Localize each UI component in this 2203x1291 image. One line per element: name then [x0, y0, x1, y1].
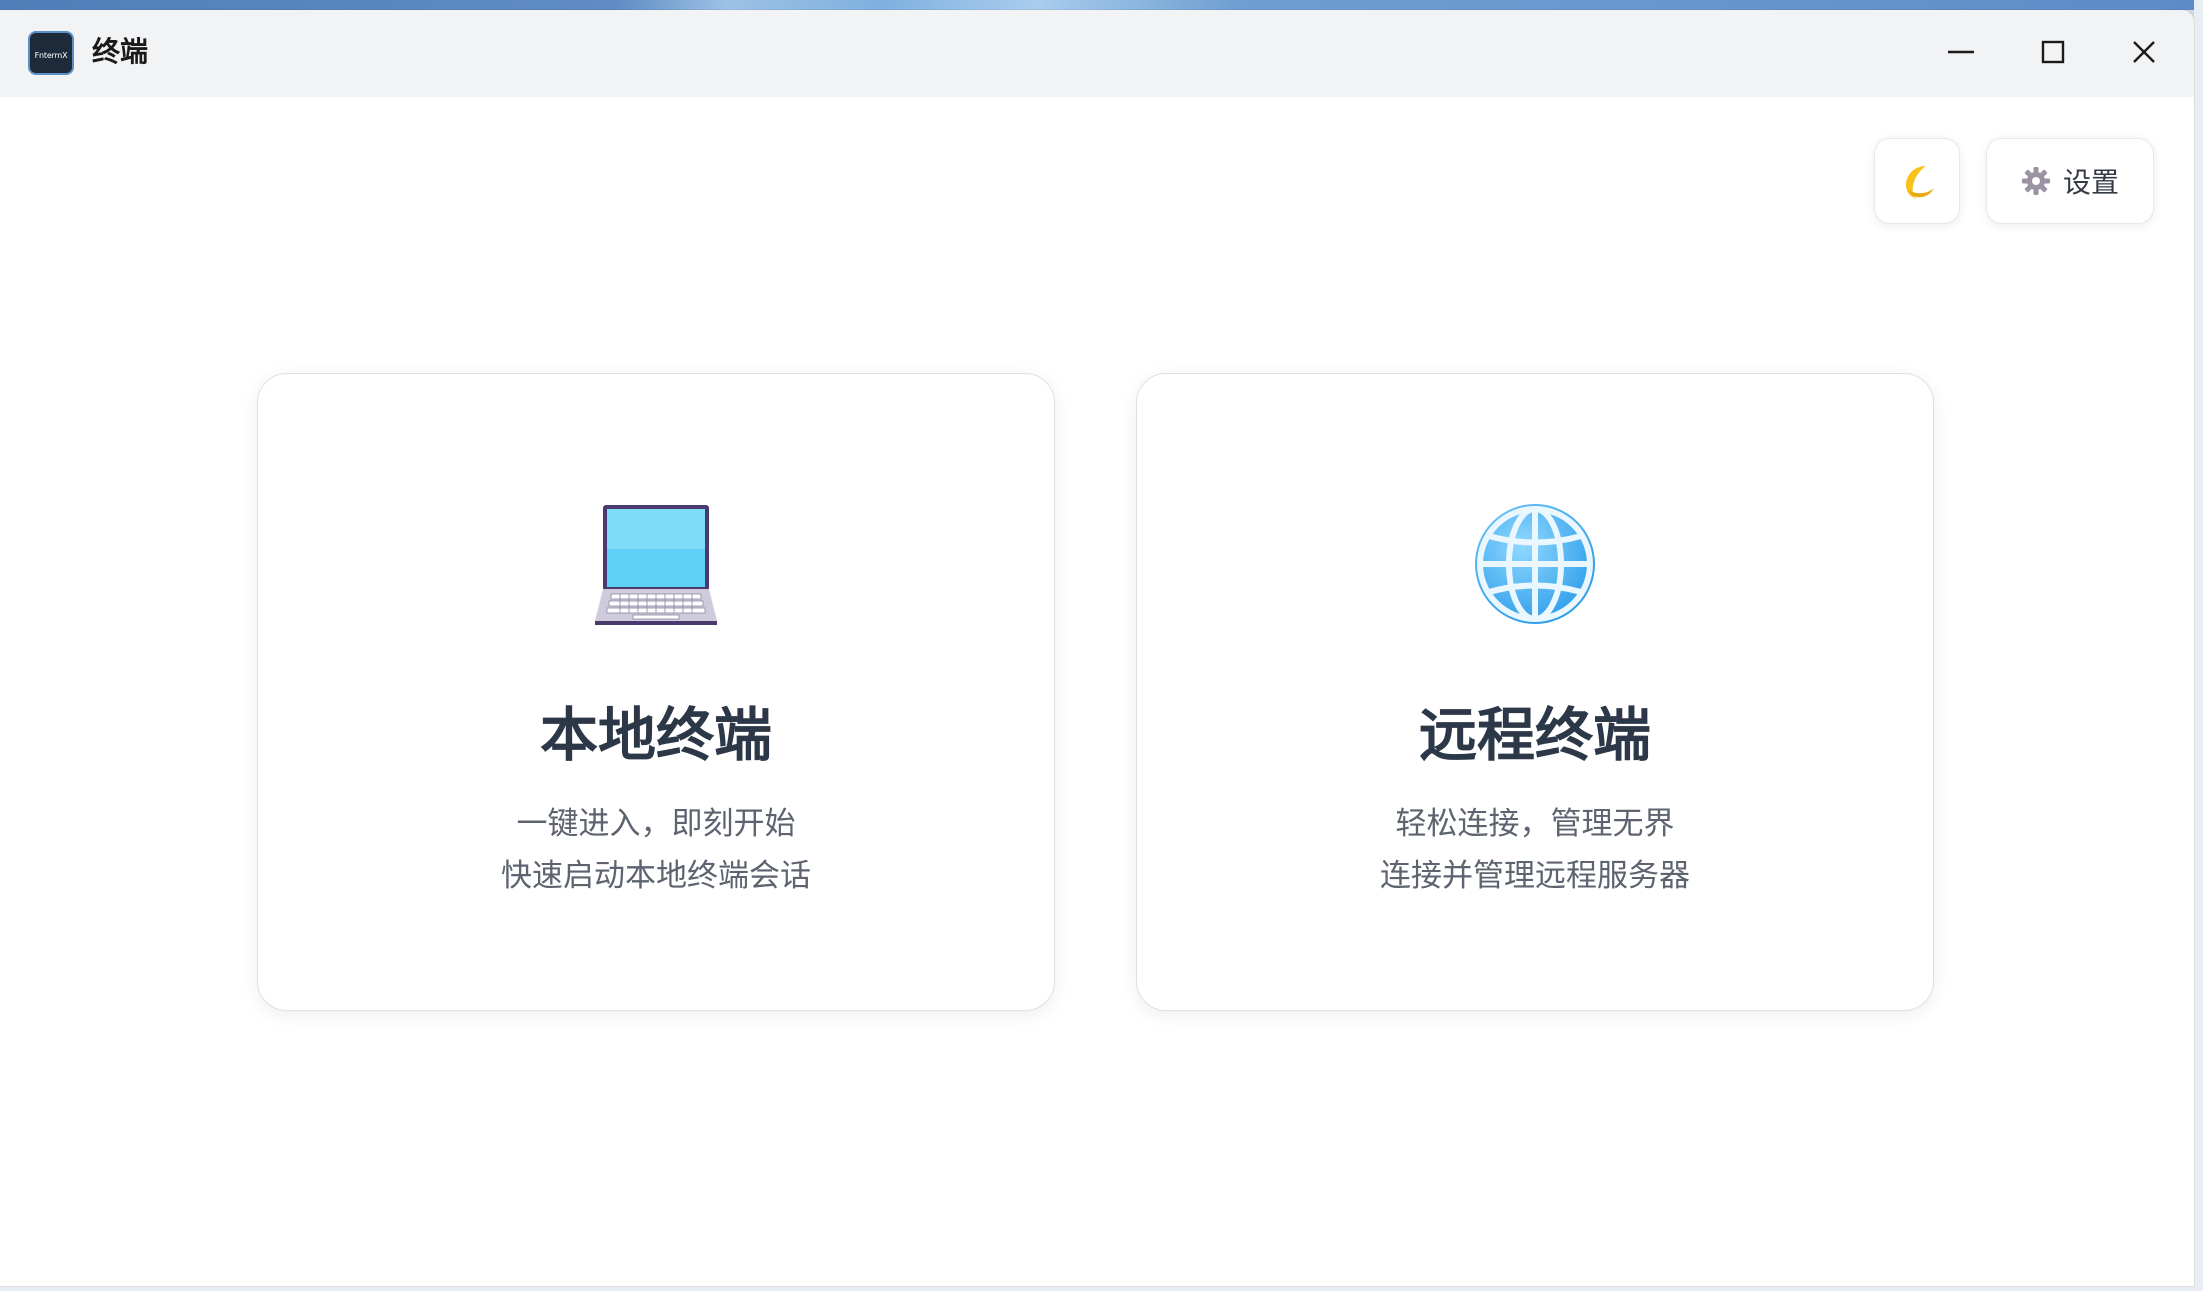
- app-window: FntermX 终端 设置 本地终端 一键进入，即刻开始 快速启动本地终端会话 …: [0, 10, 2194, 1286]
- local-terminal-card[interactable]: 本地终端 一键进入，即刻开始 快速启动本地终端会话: [257, 373, 1055, 1011]
- minimize-icon: [1948, 50, 1974, 54]
- window-title: 终端: [92, 35, 149, 68]
- maximize-icon: [2041, 40, 2065, 64]
- desktop-background-bottom: [0, 1286, 2203, 1291]
- desktop-background-strip: [0, 0, 2203, 10]
- local-terminal-description: 快速启动本地终端会话: [501, 858, 811, 894]
- globe-icon: [1470, 499, 1600, 629]
- theme-toggle-button[interactable]: [1874, 138, 1960, 224]
- remote-terminal-card[interactable]: 远程终端 轻松连接，管理无界 连接并管理远程服务器: [1136, 373, 1934, 1011]
- gear-icon: [2021, 167, 2050, 195]
- laptop-icon: [591, 499, 721, 629]
- close-icon: [2133, 41, 2155, 63]
- settings-button[interactable]: 设置: [1986, 138, 2154, 224]
- remote-terminal-description: 连接并管理远程服务器: [1380, 858, 1690, 894]
- minimize-button[interactable]: [1931, 26, 1991, 78]
- settings-label: 设置: [2062, 166, 2119, 199]
- close-button[interactable]: [2114, 26, 2174, 78]
- local-terminal-tagline: 一键进入，即刻开始: [516, 806, 796, 842]
- desktop-background-edge: [2194, 0, 2203, 1291]
- remote-terminal-tagline: 轻松连接，管理无界: [1395, 806, 1675, 842]
- local-terminal-title: 本地终端: [539, 701, 772, 769]
- maximize-button[interactable]: [2023, 26, 2083, 78]
- remote-terminal-title: 远程终端: [1418, 701, 1651, 769]
- moon-icon: [1906, 166, 1934, 199]
- title-bar[interactable]: FntermX 终端: [0, 10, 2194, 97]
- app-icon-label: FntermX: [34, 50, 68, 60]
- app-icon: FntermX: [28, 31, 74, 75]
